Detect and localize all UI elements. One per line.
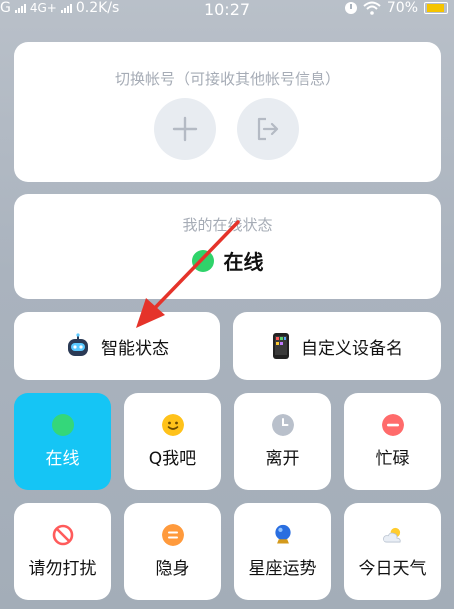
tile-busy[interactable]: 忙碌 [344, 393, 441, 490]
custom-device-name-label: 自定义设备名 [301, 338, 403, 359]
alarm-icon [344, 2, 357, 14]
logout-icon [257, 117, 279, 141]
tile-online[interactable]: 在线 [14, 393, 111, 490]
phone-icon [273, 333, 289, 359]
online-status-caption: 我的在线状态 [182, 216, 273, 234]
tile-label: 请勿打扰 [28, 559, 97, 579]
online-dot-icon [191, 249, 214, 272]
smart-status-button[interactable]: 智能状态 [14, 312, 220, 380]
robot-icon [68, 333, 88, 356]
tile-label: 忙碌 [375, 449, 410, 469]
status-bar-right: 70% [344, 0, 448, 16]
tile-label: 隐身 [155, 559, 190, 579]
tile-label: 今日天气 [358, 559, 427, 579]
tile-label: 在线 [45, 449, 80, 469]
tile-label: 星座运势 [248, 559, 317, 579]
smile-icon [161, 414, 184, 436]
custom-device-name-button[interactable]: 自定义设备名 [233, 312, 441, 380]
crystal-ball-icon [274, 524, 291, 544]
tile-away[interactable]: 离开 [234, 393, 331, 490]
weather-icon [382, 527, 401, 543]
invisible-icon [161, 524, 184, 546]
tile-q-me[interactable]: Q我吧 [124, 393, 221, 490]
account-switch-card: 切换帐号（可接收其他帐号信息） [14, 42, 441, 182]
online-status-value: 在线 [223, 250, 264, 274]
battery-percent: 70% [386, 0, 418, 16]
wifi-icon [363, 1, 381, 15]
minus-icon [381, 414, 404, 436]
status-bar: G 4G+ 0.2K/s 10:27 70% [0, 0, 454, 28]
tile-label: 离开 [265, 449, 300, 469]
add-account-button[interactable] [154, 98, 216, 160]
plus-icon [172, 116, 198, 142]
online-status-card[interactable]: 我的在线状态 在线 [14, 194, 441, 299]
tile-weather[interactable]: 今日天气 [344, 503, 441, 600]
smart-status-label: 智能状态 [101, 338, 169, 359]
tile-horoscope[interactable]: 星座运势 [234, 503, 331, 600]
online-status-row: 在线 [14, 246, 441, 275]
green-dot-icon [51, 414, 74, 436]
clock-icon [271, 414, 294, 436]
tile-label: Q我吧 [148, 449, 197, 469]
tile-do-not-disturb[interactable]: 请勿打扰 [14, 503, 111, 600]
account-switch-title: 切换帐号（可接收其他帐号信息） [114, 70, 340, 88]
no-entry-icon [52, 524, 73, 546]
battery-icon [424, 2, 448, 14]
logout-button[interactable] [237, 98, 299, 160]
tile-invisible[interactable]: 隐身 [124, 503, 221, 600]
